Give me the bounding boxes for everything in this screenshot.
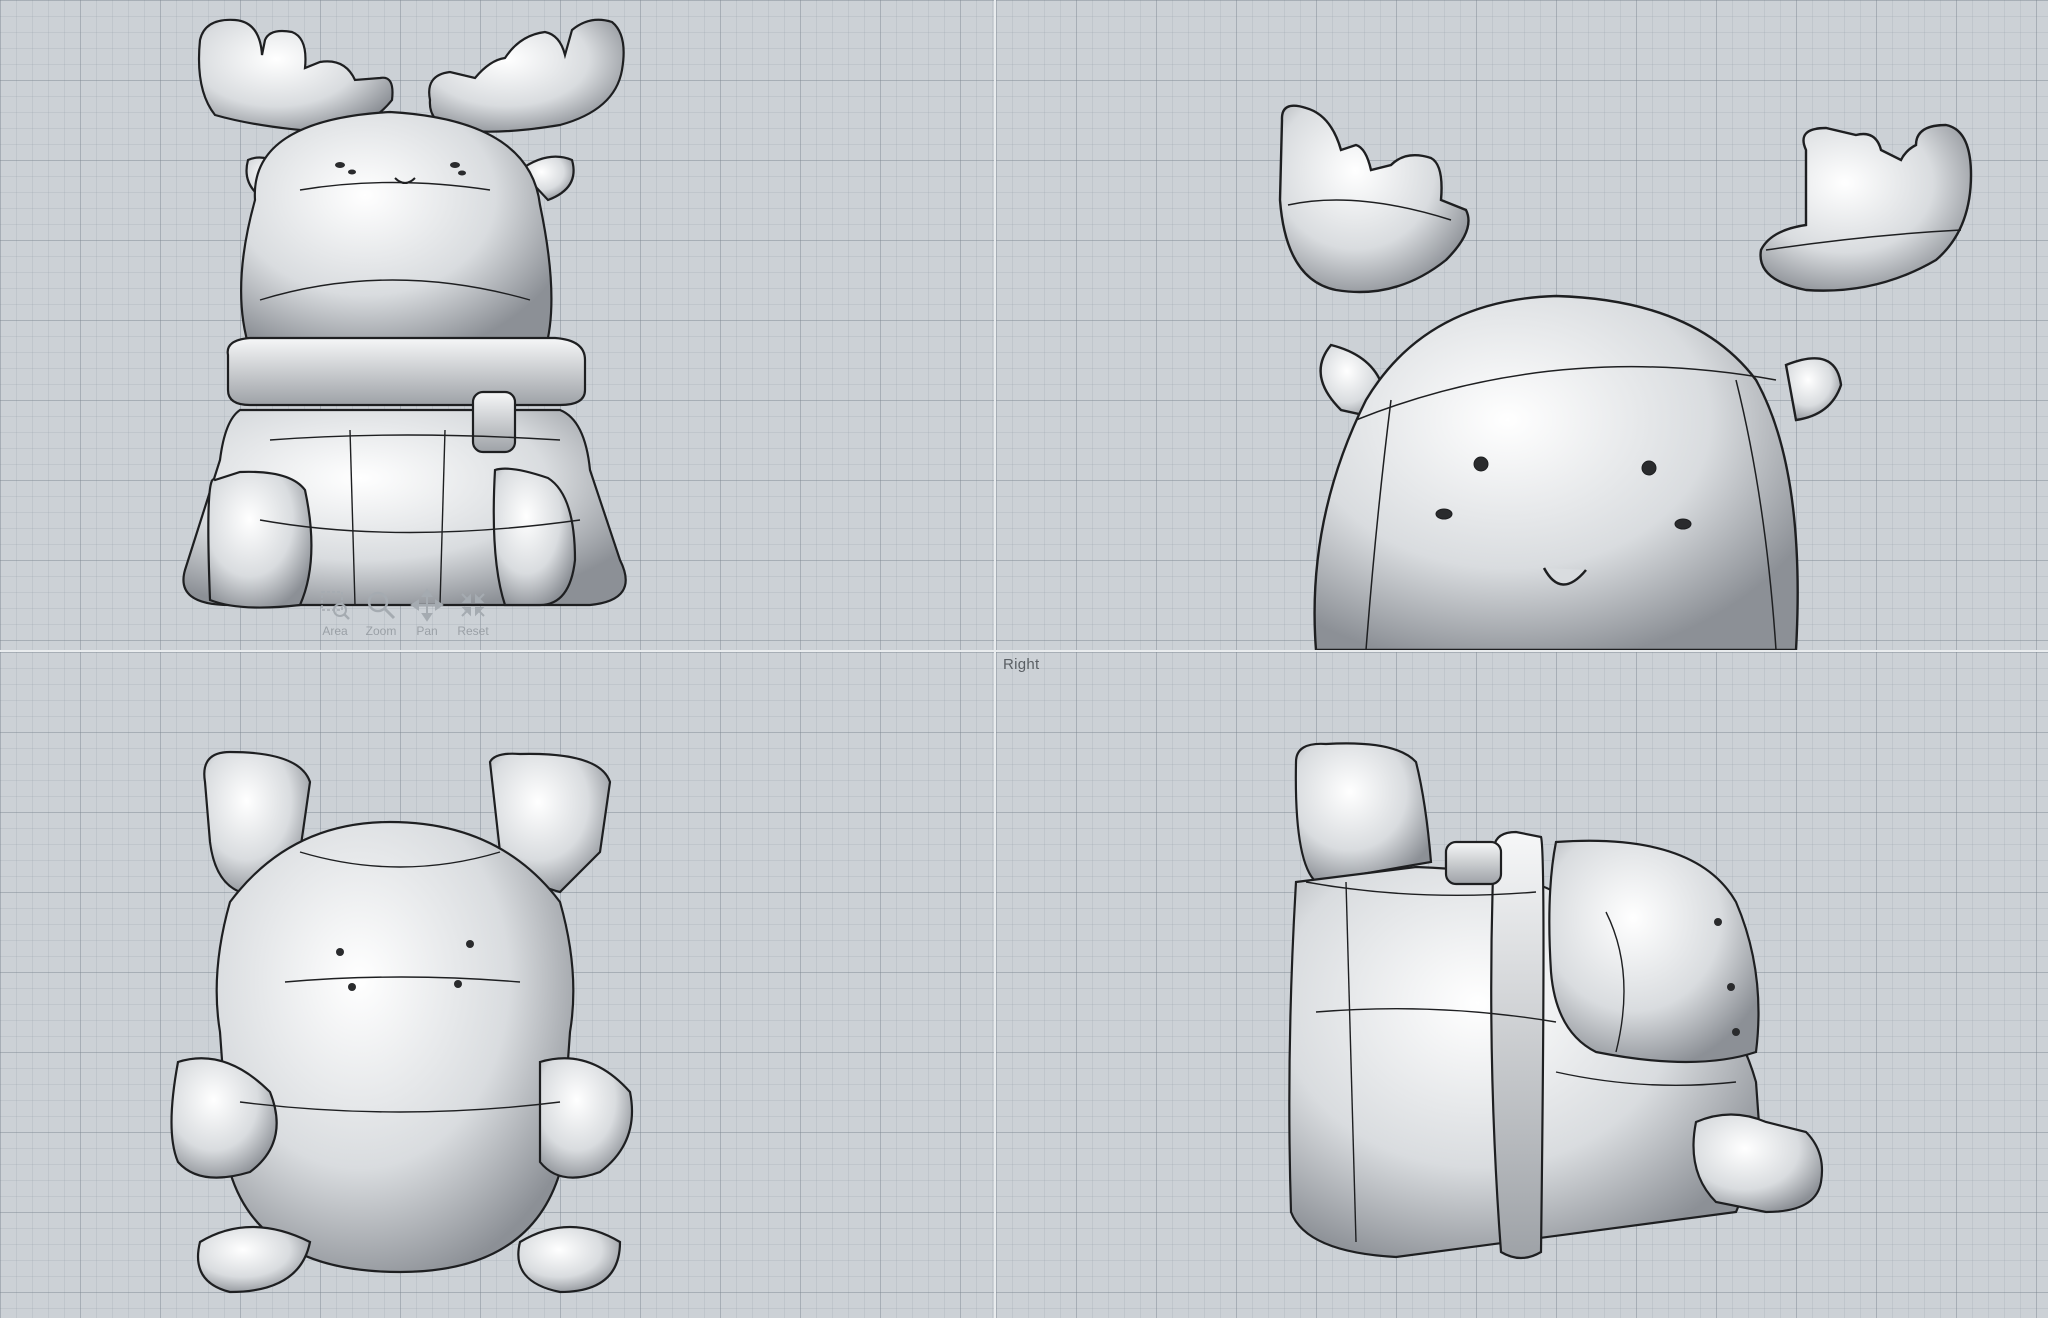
pan-button[interactable]: Pan — [404, 588, 450, 646]
moose-model-bottom-view — [170, 750, 634, 1294]
pan-label: Pan — [416, 624, 438, 638]
viewport-top-right[interactable] — [996, 0, 2048, 650]
viewport-title-right[interactable]: Right — [1003, 656, 1040, 673]
viewport-bottom-left[interactable] — [0, 652, 994, 1318]
viewport-bottom-right[interactable] — [996, 652, 2048, 1318]
zoom-label: Zoom — [365, 624, 397, 638]
viewport-top-left[interactable]: Area Zoom Pan Reset — [0, 0, 994, 650]
reset-label: Reset — [457, 624, 489, 638]
moose-model-right-view — [1288, 742, 1824, 1260]
reset-button[interactable]: Reset — [450, 588, 496, 646]
area-label: Area — [322, 624, 348, 638]
viewport-divider-vertical[interactable] — [994, 0, 996, 1318]
area-zoom-button[interactable]: Area — [312, 588, 358, 646]
zoom-button[interactable]: Zoom — [358, 588, 404, 646]
reset-arrows-icon — [461, 593, 485, 617]
moose-model-head-closeup — [1278, 104, 1973, 650]
view-navigation-toolbar: Area Zoom Pan Reset — [312, 588, 502, 648]
viewport-divider-horizontal[interactable] — [0, 650, 2048, 652]
magnifier-icon — [367, 591, 396, 620]
moose-model-front-view — [182, 18, 627, 609]
area-zoom-icon — [321, 591, 350, 620]
pan-arrows-icon — [410, 588, 444, 622]
